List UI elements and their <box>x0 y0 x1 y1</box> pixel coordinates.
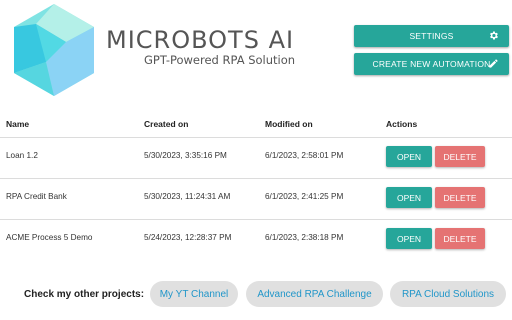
brand-tagline: GPT-Powered RPA Solution <box>144 53 296 67</box>
row-created: 5/30/2023, 3:35:16 PM <box>144 151 227 160</box>
settings-button-label: SETTINGS <box>409 31 454 41</box>
link-yt-channel[interactable]: My YT Channel <box>150 281 238 307</box>
microbots-logo <box>6 2 102 98</box>
table-row: RPA Credit Bank 5/30/2023, 11:24:31 AM 6… <box>0 178 512 219</box>
open-button[interactable]: OPEN <box>386 146 432 167</box>
open-button[interactable]: OPEN <box>386 187 432 208</box>
other-projects-label: Check my other projects: <box>24 289 145 300</box>
delete-button[interactable]: DELETE <box>435 146 485 167</box>
create-automation-label: CREATE NEW AUTOMATION <box>372 59 491 69</box>
delete-button[interactable]: DELETE <box>435 187 485 208</box>
settings-button[interactable]: SETTINGS <box>354 25 509 47</box>
other-projects: Check my other projects: My YT Channel A… <box>0 280 512 310</box>
automations-table: Name Created on Modified on Actions Loan… <box>0 110 512 260</box>
gear-icon <box>490 31 498 40</box>
row-name: ACME Process 5 Demo <box>6 233 93 242</box>
row-created: 5/30/2023, 11:24:31 AM <box>144 192 231 201</box>
row-modified: 6/1/2023, 2:58:01 PM <box>265 151 344 160</box>
table-header: Name Created on Modified on Actions <box>0 110 512 137</box>
row-name: RPA Credit Bank <box>6 192 67 201</box>
pencil-icon <box>489 59 498 68</box>
table-row: Loan 1.2 5/30/2023, 3:35:16 PM 6/1/2023,… <box>0 137 512 178</box>
open-button[interactable]: OPEN <box>386 228 432 249</box>
row-created: 5/24/2023, 12:28:37 PM <box>144 233 232 242</box>
delete-button[interactable]: DELETE <box>435 228 485 249</box>
row-modified: 6/1/2023, 2:38:18 PM <box>265 233 344 242</box>
row-modified: 6/1/2023, 2:41:25 PM <box>265 192 344 201</box>
brand: MICROBOTS AI GPT-Powered RPA Solution <box>106 26 326 67</box>
header-actions: Actions <box>386 119 418 129</box>
header-modified: Modified on <box>265 119 313 129</box>
header-name: Name <box>6 119 30 129</box>
link-rpa-cloud-solutions[interactable]: RPA Cloud Solutions <box>390 281 506 307</box>
header-created: Created on <box>144 119 189 129</box>
row-name: Loan 1.2 <box>6 151 38 160</box>
brand-name: MICROBOTS AI <box>106 26 295 54</box>
create-automation-button[interactable]: CREATE NEW AUTOMATION <box>354 53 509 75</box>
link-advanced-rpa-challenge[interactable]: Advanced RPA Challenge <box>246 281 383 307</box>
table-row: ACME Process 5 Demo 5/24/2023, 12:28:37 … <box>0 219 512 260</box>
